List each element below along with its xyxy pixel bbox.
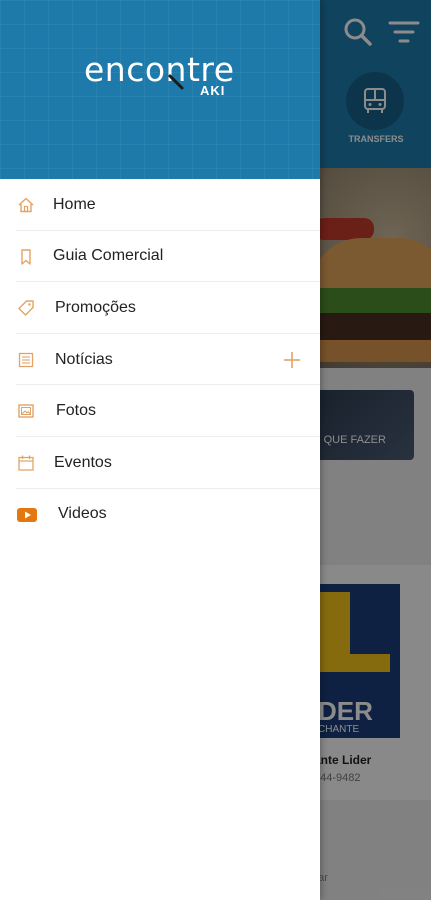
- menu-item-label: Videos: [58, 505, 107, 523]
- youtube-icon: [16, 505, 38, 525]
- home-icon: [16, 195, 36, 215]
- menu-item-label: Home: [53, 195, 96, 213]
- drawer-menu: Home Guia Comercial Promoções Notícias F…: [0, 179, 320, 540]
- news-icon: [16, 350, 36, 370]
- menu-item-videos[interactable]: Videos: [0, 489, 320, 541]
- magnifier-icon: [168, 74, 184, 90]
- navigation-drawer: encontre AKI Home Guia Comercial Promoçõ…: [0, 0, 320, 900]
- menu-item-home[interactable]: Home: [0, 179, 320, 231]
- logo-subtext: AKI: [200, 83, 226, 98]
- menu-item-label: Notícias: [55, 350, 113, 368]
- menu-item-guia-comercial[interactable]: Guia Comercial: [0, 231, 320, 283]
- menu-item-promocoes[interactable]: Promoções: [0, 282, 320, 334]
- app-logo: encontre AKI: [84, 50, 235, 98]
- menu-item-noticias[interactable]: Notícias: [0, 334, 320, 386]
- menu-item-eventos[interactable]: Eventos: [0, 437, 320, 489]
- menu-item-label: Eventos: [54, 453, 112, 471]
- menu-item-label: Promoções: [55, 298, 136, 316]
- menu-item-label: Fotos: [56, 402, 97, 420]
- tag-icon: [16, 298, 36, 318]
- menu-item-label: Guia Comercial: [53, 247, 164, 265]
- expand-plus-icon[interactable]: [281, 349, 303, 371]
- drawer-header: encontre AKI: [0, 0, 320, 179]
- bookmark-icon: [16, 247, 36, 267]
- photo-icon: [16, 401, 36, 421]
- menu-item-fotos[interactable]: Fotos: [0, 385, 320, 437]
- calendar-icon: [16, 453, 36, 473]
